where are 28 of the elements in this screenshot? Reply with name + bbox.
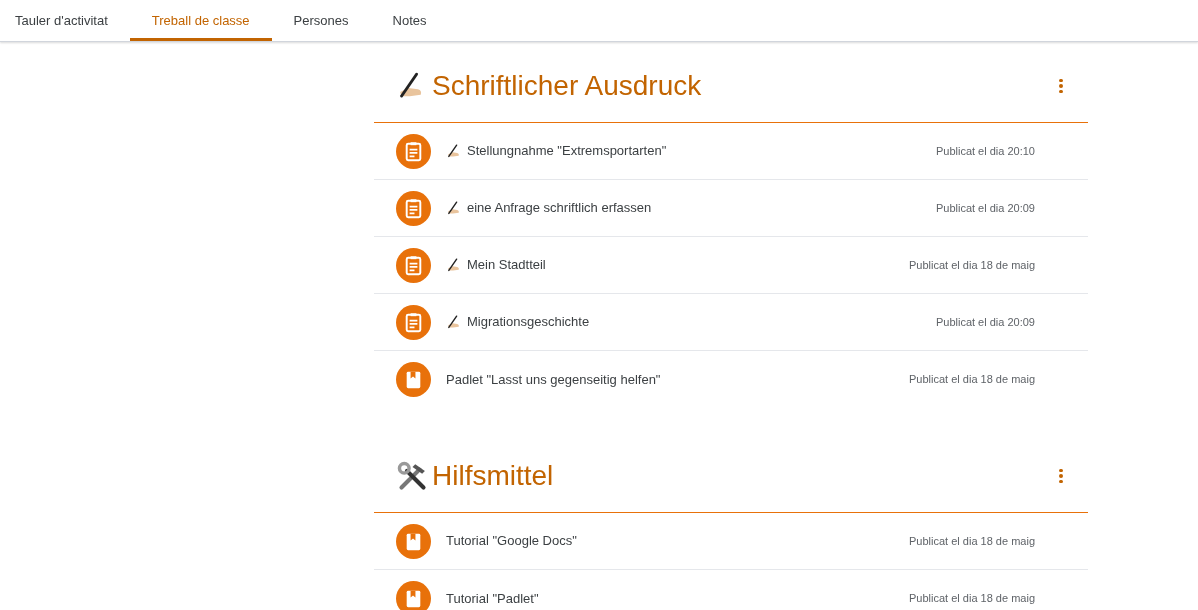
hammer-wrench-icon bbox=[396, 459, 429, 493]
clipboard-icon bbox=[396, 247, 431, 283]
posted-date: Publicat el dia 20:09 bbox=[935, 314, 1035, 330]
tab[interactable]: Treball de classe bbox=[129, 0, 272, 41]
posted-date: Publicat el dia 18 de maig bbox=[909, 372, 1035, 388]
tab[interactable]: Tauler d'activitat bbox=[5, 0, 130, 41]
topic-title: Hilfsmittel bbox=[432, 459, 554, 493]
item-title[interactable]: Tutorial "Padlet" bbox=[446, 588, 539, 609]
tab[interactable]: Notes bbox=[370, 0, 449, 41]
topic-title: Schriftlicher Ausdruck bbox=[432, 69, 702, 103]
item-title[interactable]: Mein Stadtteil bbox=[467, 255, 546, 275]
item-title[interactable]: Padlet "Lasst uns gegenseitig helfen" bbox=[446, 369, 661, 390]
clipboard-icon bbox=[396, 190, 431, 226]
book-icon bbox=[396, 523, 431, 559]
item-title[interactable]: Migrationsgeschichte bbox=[467, 312, 590, 332]
tab[interactable]: Persones bbox=[271, 0, 371, 41]
posted-date: Publicat el dia 18 de maig bbox=[909, 257, 1035, 273]
posted-date: Publicat el dia 18 de maig bbox=[909, 591, 1035, 607]
clipboard-icon bbox=[396, 304, 431, 340]
book-icon bbox=[396, 581, 431, 610]
posted-date: Publicat el dia 20:09 bbox=[935, 200, 1035, 216]
item-title[interactable]: Stellungnahme "Extremsportarten" bbox=[467, 141, 667, 161]
item-title[interactable]: eine Anfrage schriftlich erfassen bbox=[467, 198, 652, 218]
posted-date: Publicat el dia 18 de maig bbox=[909, 533, 1035, 549]
book-icon bbox=[396, 362, 431, 397]
item-title[interactable]: Tutorial "Google Docs" bbox=[446, 531, 577, 551]
clipboard-icon bbox=[396, 133, 431, 169]
posted-date: Publicat el dia 20:10 bbox=[935, 143, 1035, 159]
